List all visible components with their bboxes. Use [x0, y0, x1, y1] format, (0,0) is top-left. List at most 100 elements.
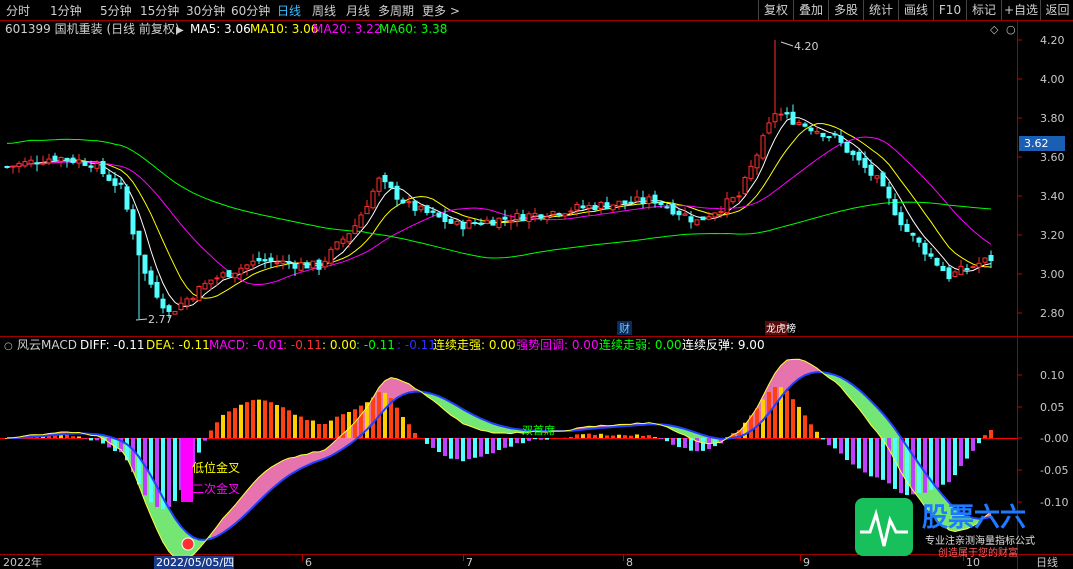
expand-arrow-icon[interactable]: ▶	[176, 25, 184, 36]
macd-bar	[629, 435, 633, 438]
candle-body	[790, 111, 796, 125]
f10-button[interactable]: F10	[933, 0, 966, 20]
close-icon[interactable]: ○	[1006, 23, 1016, 36]
candle-body	[838, 135, 844, 143]
period-tab-1min[interactable]: 1分钟	[50, 2, 82, 19]
add-watchlist-button[interactable]: +自选	[1001, 0, 1040, 20]
period-tab-60min[interactable]: 60分钟	[231, 2, 270, 19]
candle-body	[862, 157, 868, 168]
candle-body	[250, 260, 256, 266]
candle-body	[232, 272, 238, 279]
candle-body	[268, 257, 274, 262]
period-tab-5min[interactable]: 5分钟	[100, 2, 132, 19]
macd-bar	[941, 438, 945, 485]
candle-body	[598, 201, 604, 209]
macd-bar	[785, 390, 789, 438]
fuquan-button[interactable]: 复权	[758, 0, 793, 20]
candle-body	[22, 161, 28, 167]
candle-body	[490, 219, 496, 226]
time-label-aug: 8	[626, 556, 633, 569]
candle-body	[946, 267, 952, 280]
candle-body	[208, 279, 214, 285]
candle-body	[178, 302, 184, 311]
macd-bar	[275, 404, 279, 438]
overlay-button[interactable]: 叠加	[793, 0, 828, 20]
macd-strong: 连续走强: 0.00	[433, 337, 516, 352]
time-label-year: 2022年	[3, 555, 42, 569]
watermark-line2: 创造属于您的财富	[938, 546, 1018, 559]
macd-close-icon[interactable]: ○	[4, 341, 13, 352]
macd-bar	[809, 424, 813, 438]
candle-body	[940, 265, 946, 272]
candle-body	[76, 159, 82, 164]
macd-bar	[269, 402, 273, 438]
candle-body	[850, 150, 856, 156]
price-tick-label: 4.00	[1040, 73, 1065, 86]
finance-marker[interactable]: 财	[619, 321, 630, 335]
mark-button[interactable]: 标记	[966, 0, 1001, 20]
candle-body	[226, 270, 232, 278]
macd-bar	[221, 414, 225, 438]
period-tab-fenshi[interactable]: 分时	[6, 2, 30, 19]
ma20-label: MA20: 3.22	[313, 22, 381, 36]
macd-red: : -0.11	[283, 338, 322, 352]
macd-bar	[773, 387, 777, 438]
ma5-line	[6, 117, 992, 308]
candle-body	[220, 272, 226, 278]
diamond-icon[interactable]: ◇	[990, 23, 999, 36]
macd-title: 风云MACD	[17, 338, 77, 352]
candle-body	[814, 130, 820, 134]
back-button[interactable]: 返回	[1040, 0, 1073, 20]
macd-bar	[497, 438, 501, 450]
candle-body	[562, 213, 568, 217]
candle-body	[292, 263, 298, 269]
stats-button[interactable]: 统计	[863, 0, 898, 20]
period-tab-more[interactable]: 更多 >	[422, 2, 460, 19]
candle-body	[376, 177, 382, 192]
macd-bar	[665, 438, 669, 442]
candle-body	[652, 194, 658, 204]
macd-bar	[245, 402, 249, 438]
candle-body	[640, 197, 646, 204]
macd-green: : -0.11	[356, 338, 395, 352]
time-label-sep: 9	[803, 556, 810, 569]
period-tab-daily[interactable]: 日线	[277, 2, 301, 19]
candle-body	[328, 248, 334, 264]
period-tab-30min[interactable]: 30分钟	[186, 2, 225, 19]
candle-body	[574, 203, 580, 211]
macd-bar	[863, 438, 867, 473]
period-tab-weekly[interactable]: 周线	[312, 2, 336, 19]
candle-body	[880, 172, 886, 187]
macd-bar	[821, 438, 825, 440]
macd-bar	[461, 438, 465, 462]
macd-bar	[695, 438, 699, 452]
period-tab-monthly[interactable]: 月线	[346, 2, 370, 19]
candle-body	[58, 157, 64, 162]
ma-lines	[6, 117, 992, 308]
candle-body	[4, 165, 10, 168]
candle-body	[214, 277, 220, 280]
macd-bar	[923, 438, 927, 493]
event-markers[interactable]: 财 龙虎榜	[617, 321, 796, 335]
candle-body	[298, 262, 304, 271]
candle-body	[622, 200, 628, 204]
multi-stock-button[interactable]: 多股	[828, 0, 863, 20]
draw-line-button[interactable]: 画线	[898, 0, 933, 20]
kline-chart[interactable]: 601399 国机重装 (日线 前复权) ▶ MA5: 3.06 MA10: 3…	[0, 20, 1073, 569]
macd-bar	[983, 435, 987, 438]
macd-bar	[515, 438, 519, 444]
dragon-tiger-marker[interactable]: 龙虎榜	[766, 322, 796, 335]
candle-body	[430, 210, 436, 213]
period-tab-15min[interactable]: 15分钟	[140, 2, 179, 19]
price-tick-label: 3.40	[1040, 190, 1065, 203]
candle-body	[700, 216, 706, 221]
period-tab-multi[interactable]: 多周期	[378, 2, 414, 19]
macd-bar	[455, 438, 459, 460]
candle-body	[82, 161, 88, 166]
price-axis: 4.20 4.00 3.80 3.60 3.40 3.20 3.00 2.80 3.62	[1017, 34, 1065, 320]
candle-body	[412, 200, 418, 211]
macd-bar	[503, 438, 507, 448]
macd-bar	[875, 438, 879, 478]
candle-body	[970, 266, 976, 269]
macd-bar	[251, 400, 255, 438]
